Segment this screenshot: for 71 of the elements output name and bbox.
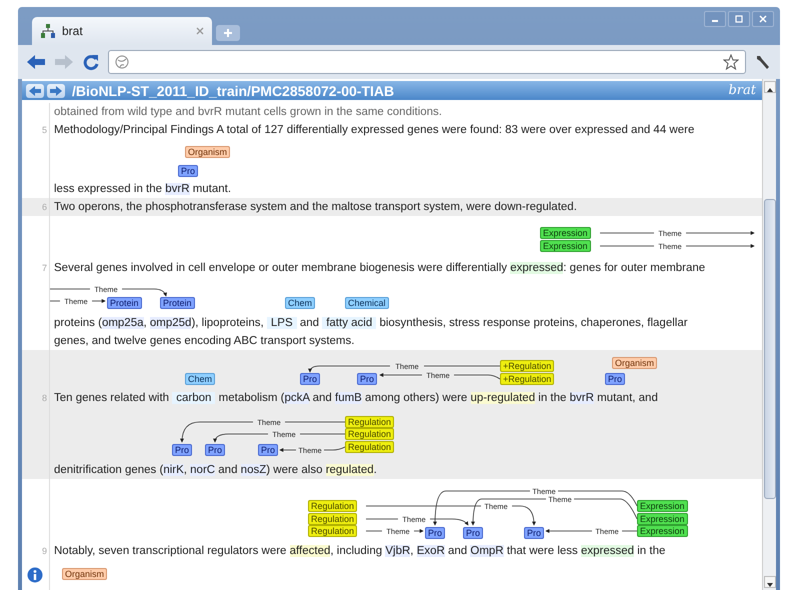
sentence-number: 8 [42,393,47,403]
maximize-button[interactable] [728,11,750,27]
browser-tab[interactable]: brat [32,17,212,45]
next-document-button[interactable] [47,84,65,98]
sentence-number: 7 [42,263,47,273]
arc-line [50,299,106,303]
protein-tag[interactable]: Pro [524,527,544,539]
organism-tag[interactable]: Organism [612,357,658,369]
protein-tag[interactable]: Pro [300,373,320,385]
info-icon[interactable] [26,567,42,583]
globe-icon [115,55,129,69]
regulation-tag[interactable]: Regulation [345,441,394,453]
close-icon[interactable] [196,27,204,35]
sentence-text: denitrification genes (nirK, norC and nosZ) were also regulated. [53,463,378,478]
minimize-button[interactable] [704,11,726,27]
wrench-icon[interactable] [754,53,772,71]
sentence-text: less expressed in the bvrR mutant. [53,182,232,197]
maximize-icon [735,15,743,23]
regulation-tag[interactable]: +Regulation [500,373,554,385]
address-field[interactable] [108,50,746,74]
regulation-tag[interactable]: Regulation [345,416,394,428]
sentence-text: genes, and twelve genes encoding ABC transport systems. [53,334,356,349]
sentence-number: 9 [42,546,47,556]
sentence-text: obtained from wild type and bvrR mutant cells grown in the same conditions. [53,105,444,120]
chemical-tag[interactable]: Chem [185,373,216,385]
arc-line [366,529,424,533]
document-path: /BioNLP-ST_2011_ID_train/PMC2858072-00-TIAB [72,82,396,98]
protein-tag[interactable]: Pro [425,527,446,539]
chemical-tag[interactable]: Chemical [345,297,389,309]
expression-tag[interactable]: Expression [540,227,591,239]
chemical-tag[interactable]: Chem [285,297,316,309]
star-icon[interactable] [723,54,739,70]
reload-icon[interactable] [82,53,100,71]
organism-tag[interactable]: Organism [185,146,230,158]
expression-tag[interactable]: Expression [540,240,591,252]
protein-tag[interactable]: Pro [605,373,626,385]
plus-icon [224,29,232,37]
expression-tag[interactable]: Expression [637,525,688,537]
expression-tag[interactable]: Expression [637,513,688,525]
previous-document-button[interactable] [26,84,44,98]
sentence-text: Ten genes related with carbon metabolism (pckA and fumB among others) were up-regulated in the bvrR mutant, and [53,391,659,406]
regulation-tag[interactable]: Regulation [308,513,358,525]
expression-tag[interactable]: Expression [637,500,688,512]
sentence-text: Several genes involved in cell envelope or outer membrane biogenesis were differentially expressed: genes for outer membrane [53,261,706,276]
protein-tag[interactable]: Protein [107,297,142,309]
back-icon[interactable] [26,53,46,71]
new-tab-button[interactable] [216,25,240,41]
protein-tag[interactable]: Pro [205,444,226,456]
protein-tag[interactable]: Pro [172,444,192,456]
sentence-number: 6 [42,202,47,212]
close-button[interactable] [752,11,774,27]
protein-tag[interactable]: Pro [463,527,484,539]
protein-tag[interactable]: Protein [160,297,195,309]
regulation-tag[interactable]: Regulation [308,500,358,512]
protein-tag[interactable]: Pro [178,165,198,177]
protein-tag[interactable]: Pro [357,373,378,385]
scrollbar[interactable] [762,79,776,590]
close-icon [759,15,767,23]
sentence-text: proteins (omp25a, omp25d), lipoproteins, LPS and fatty acid biosynthesis, stress response proteins, chaperones, flagellar [53,316,689,331]
logo: brat [728,83,756,98]
regulation-tag[interactable]: Regulation [345,428,394,440]
organism-tag[interactable]: Organism [62,568,108,580]
sentence-text: Notably, seven transcriptional regulators were affected, including VjbR, ExoR and OmpR that were less expressed in the [53,544,666,559]
sentence-text: Two operons, the phosphotransferase system and the maltose transport system, were down-regulated. [53,200,578,215]
regulation-tag[interactable]: +Regulation [500,360,554,372]
tree-icon [40,23,56,39]
sentence-text: Methodology/Principal Findings A total of 127 differentially expressed genes were found: 83 were over expressed and 44 were [53,123,696,138]
regulation-tag[interactable]: Regulation [308,525,358,537]
protein-tag[interactable]: Pro [258,444,278,456]
arc-line [279,446,346,452]
sentence-number: 5 [42,125,47,135]
